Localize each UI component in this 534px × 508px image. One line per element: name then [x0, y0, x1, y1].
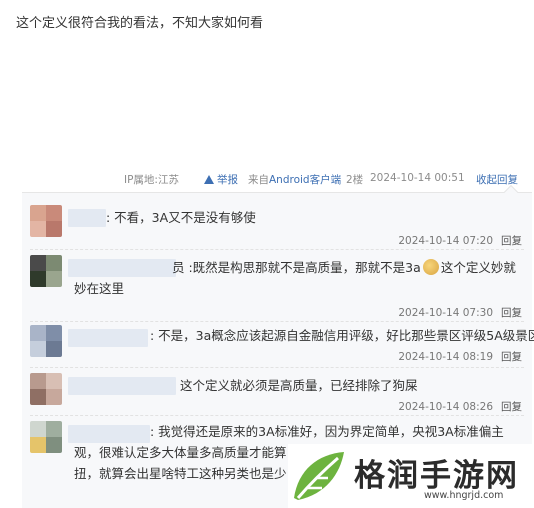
- reply-text: 员 :既然是构思那就不是高质量，那就不是3a 这个定义妙就: [172, 259, 516, 275]
- leaf-logo-icon: [294, 452, 344, 500]
- reply-text: : 我觉得还是原来的3A标准好，因为界定简单，央视3A标准偏主: [150, 424, 504, 439]
- reply-footer: 2024-10-14 07:30 回复: [398, 305, 522, 320]
- avatar[interactable]: [30, 325, 62, 357]
- reply-button[interactable]: 回复: [501, 401, 522, 413]
- reply-footer: 2024-10-14 07:20 回复: [398, 233, 522, 248]
- username[interactable]: [68, 259, 176, 277]
- reply-button[interactable]: 回复: [501, 351, 522, 363]
- reply-time: 2024-10-14 07:20: [398, 235, 493, 247]
- reply-item: 员 :既然是构思那就不是高质量，那就不是3a 这个定义妙就 妙在这里 2024-1…: [22, 251, 532, 321]
- avatar[interactable]: [30, 421, 62, 453]
- divider: [30, 321, 524, 322]
- reply-footer: 2024-10-14 08:19 回复: [398, 349, 522, 364]
- reply-time: 2024-10-14 08:19: [398, 351, 493, 363]
- emoji-icon: [422, 259, 439, 275]
- reply-text: : 不看，3A又不是没有够使: [106, 210, 256, 225]
- reply-button[interactable]: 回复: [501, 235, 522, 247]
- client-source: 来自Android客户端: [248, 174, 342, 186]
- username[interactable]: [68, 209, 106, 227]
- reply-text-continued: 妙在这里: [74, 281, 125, 296]
- android-client-link[interactable]: Android客户端: [269, 174, 341, 186]
- divider: [30, 249, 524, 250]
- reply-text: 这个定义就必须是高质量，已经排除了狗屎: [180, 378, 418, 393]
- reply-footer: 2024-10-14 08:26 回复: [398, 399, 522, 414]
- divider: [30, 415, 524, 416]
- post-text: 这个定义很符合我的看法，不知大家如何看: [16, 16, 264, 31]
- reply-item: 这个定义就必须是高质量，已经排除了狗屎 2024-10-14 08:26 回复: [22, 369, 532, 415]
- avatar[interactable]: [30, 373, 62, 405]
- reply-text-continued: 观，很难认定多大体量多高质量才能算: [74, 445, 287, 460]
- watermark-title: 格润手游网: [354, 458, 519, 494]
- divider: [30, 367, 524, 368]
- warning-icon: [204, 175, 214, 184]
- reply-button[interactable]: 回复: [501, 307, 522, 319]
- avatar[interactable]: [30, 205, 62, 237]
- post-meta-bar: IP属地:江苏 举报 来自Android客户端 2楼 2024-10-14 00…: [0, 168, 534, 190]
- reply-text: : 不是，3a概念应该起源自金融信用评级，好比那些景区评级5A级景区: [150, 328, 534, 343]
- reply-time: 2024-10-14 07:30: [398, 307, 493, 319]
- reply-item: : 不是，3a概念应该起源自金融信用评级，好比那些景区评级5A级景区 2024-…: [22, 323, 534, 369]
- reply-item: : 不看，3A又不是没有够使 2024-10-14 07:20 回复: [22, 201, 532, 247]
- reply-time: 2024-10-14 08:26: [398, 401, 493, 413]
- ip-location: IP属地:江苏: [124, 174, 179, 186]
- username[interactable]: [68, 425, 150, 443]
- report-link[interactable]: 举报: [204, 172, 238, 187]
- site-watermark: 格润手游网 www.hngrjd.com: [288, 444, 534, 508]
- watermark-url: www.hngrjd.com: [424, 490, 504, 501]
- avatar[interactable]: [30, 255, 62, 287]
- floor-number: 2楼: [346, 174, 364, 186]
- username[interactable]: [68, 377, 176, 395]
- post-time: 2024-10-14 00:51: [370, 172, 465, 184]
- reply-text-continued: 扭，就算会出星啥特工这种另类也是少: [74, 466, 287, 481]
- username[interactable]: [68, 329, 148, 347]
